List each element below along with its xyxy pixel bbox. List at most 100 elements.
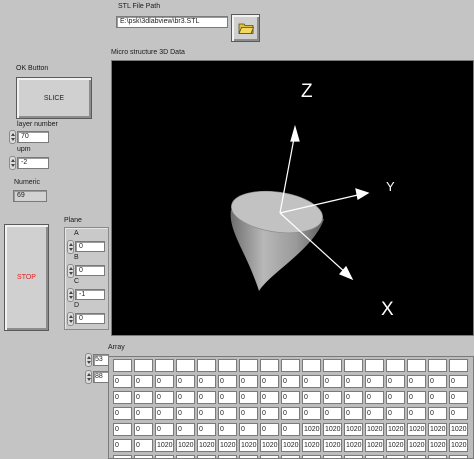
array-cell[interactable]: 0: [344, 407, 363, 420]
array-cell[interactable]: [428, 359, 447, 372]
array-cell[interactable]: [176, 455, 195, 458]
array-cell[interactable]: 0: [197, 375, 216, 388]
array-cell[interactable]: [218, 455, 237, 458]
array-cell[interactable]: 1020: [449, 423, 468, 436]
array-cell[interactable]: 0: [281, 423, 300, 436]
array-cell[interactable]: 0: [407, 391, 426, 404]
plane-d-field[interactable]: 0: [75, 313, 105, 324]
array-cell[interactable]: 0: [113, 375, 132, 388]
array-cell[interactable]: [113, 455, 132, 458]
array-cell[interactable]: [113, 359, 132, 372]
plane-a-field[interactable]: 0: [75, 241, 105, 252]
array-cell[interactable]: [197, 455, 216, 458]
array-cell[interactable]: 1020: [260, 439, 279, 452]
array-cell[interactable]: 1020: [407, 439, 426, 452]
array-cell[interactable]: 1020: [449, 439, 468, 452]
array-cell[interactable]: [449, 359, 468, 372]
array-cell[interactable]: 0: [365, 407, 384, 420]
upm-field[interactable]: -2: [17, 157, 49, 169]
array-cell[interactable]: 0: [449, 375, 468, 388]
array-cell[interactable]: 0: [386, 407, 405, 420]
array-cell[interactable]: [218, 359, 237, 372]
array-cell[interactable]: 0: [386, 391, 405, 404]
array-cell[interactable]: [407, 359, 426, 372]
array-cell[interactable]: 1020: [155, 439, 174, 452]
array-cell[interactable]: 0: [134, 375, 153, 388]
layer-number-field[interactable]: 70: [17, 131, 49, 143]
array-cell[interactable]: 0: [239, 407, 258, 420]
array-cell[interactable]: [323, 359, 342, 372]
array-cell[interactable]: 0: [386, 375, 405, 388]
array-cell[interactable]: [302, 455, 321, 458]
array-cell[interactable]: 0: [197, 407, 216, 420]
array-cell[interactable]: 0: [134, 439, 153, 452]
array-cell[interactable]: 0: [134, 407, 153, 420]
array-cell[interactable]: 0: [365, 375, 384, 388]
array-cell[interactable]: 0: [113, 423, 132, 436]
stop-button[interactable]: STOP: [4, 224, 49, 331]
array-cell[interactable]: 0: [344, 375, 363, 388]
array-cell[interactable]: 0: [302, 391, 321, 404]
array-cell[interactable]: 0: [323, 391, 342, 404]
array-cell[interactable]: 1020: [365, 423, 384, 436]
array-cell[interactable]: 0: [260, 375, 279, 388]
array-cell[interactable]: 1020: [428, 423, 447, 436]
array-cell[interactable]: 0: [323, 407, 342, 420]
array-cell[interactable]: 0: [323, 375, 342, 388]
array-cell[interactable]: [407, 455, 426, 458]
array-cell[interactable]: [386, 455, 405, 458]
array-cell[interactable]: [134, 359, 153, 372]
array-cell[interactable]: 1020: [323, 439, 342, 452]
plane-d-stepper[interactable]: [67, 312, 74, 326]
array-cell[interactable]: 0: [281, 375, 300, 388]
array-cell[interactable]: 0: [260, 423, 279, 436]
array-cell[interactable]: 1020: [428, 439, 447, 452]
array-cell[interactable]: 1020: [344, 423, 363, 436]
array-index-0-field[interactable]: 53: [93, 354, 109, 366]
array-cell[interactable]: [365, 455, 384, 458]
array-cell[interactable]: [302, 359, 321, 372]
array-index-1-stepper[interactable]: [85, 370, 92, 384]
plane-b-field[interactable]: 0: [75, 265, 105, 276]
array-index-1-field[interactable]: 88: [93, 371, 109, 383]
array-cell[interactable]: 0: [197, 391, 216, 404]
array-cell[interactable]: 1020: [344, 439, 363, 452]
upm-stepper[interactable]: [9, 156, 16, 170]
array-cell[interactable]: 0: [218, 391, 237, 404]
plane-c-stepper[interactable]: [67, 288, 74, 302]
plane-a-stepper[interactable]: [67, 240, 74, 254]
array-cell[interactable]: 0: [344, 391, 363, 404]
array-index-0-stepper[interactable]: [85, 353, 92, 367]
array-cell[interactable]: 1020: [365, 439, 384, 452]
array-cell[interactable]: 0: [449, 391, 468, 404]
array-cell[interactable]: 0: [134, 391, 153, 404]
array-cell[interactable]: [386, 359, 405, 372]
array-cell[interactable]: [428, 455, 447, 458]
array-cell[interactable]: 0: [428, 407, 447, 420]
array-cell[interactable]: 0: [260, 407, 279, 420]
array-cell[interactable]: [197, 359, 216, 372]
stl-file-path-input[interactable]: E:\psk\3dlabview\br3.STL: [116, 16, 228, 28]
array-cell[interactable]: 1020: [302, 439, 321, 452]
array-cell[interactable]: [155, 359, 174, 372]
plane-c-field[interactable]: -1: [75, 289, 105, 300]
array-cell[interactable]: 1020: [218, 439, 237, 452]
array-cell[interactable]: [281, 455, 300, 458]
array-cell[interactable]: 0: [176, 423, 195, 436]
array-cell[interactable]: 0: [218, 375, 237, 388]
array-cell[interactable]: 1020: [323, 423, 342, 436]
array-cell[interactable]: [176, 359, 195, 372]
array-cell[interactable]: 0: [428, 391, 447, 404]
array-cell[interactable]: [260, 455, 279, 458]
array-cell[interactable]: 1020: [176, 439, 195, 452]
array-cell[interactable]: 0: [155, 407, 174, 420]
array-cell[interactable]: 0: [302, 375, 321, 388]
array-cell[interactable]: 0: [197, 423, 216, 436]
array-cell[interactable]: 0: [302, 407, 321, 420]
browse-button[interactable]: [231, 14, 260, 42]
array-cell[interactable]: [344, 359, 363, 372]
array-cell[interactable]: 0: [239, 423, 258, 436]
array-cell[interactable]: 0: [239, 375, 258, 388]
array-cell[interactable]: [134, 455, 153, 458]
layer-number-stepper[interactable]: [9, 130, 16, 144]
